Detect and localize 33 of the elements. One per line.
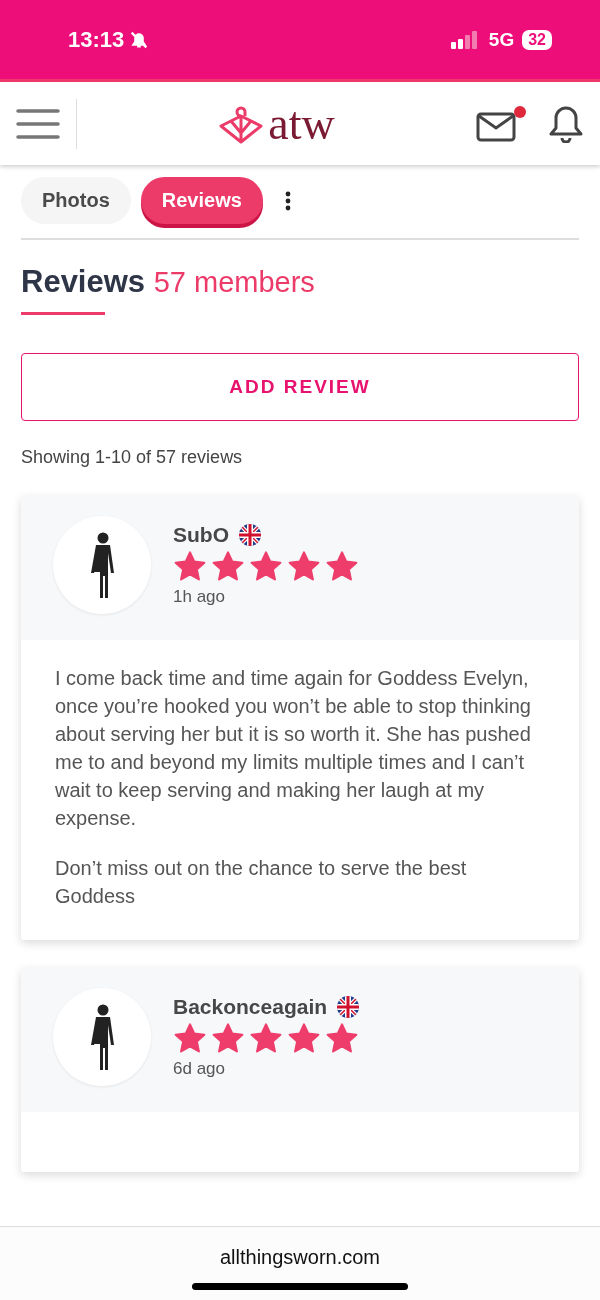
star-icon [211, 1023, 245, 1055]
more-options-button[interactable] [284, 190, 291, 211]
notifications-button[interactable] [548, 104, 584, 143]
signal-icon [450, 30, 479, 49]
url-bar[interactable]: allthingsworn.com [219, 1246, 381, 1269]
status-time: 13:13 [68, 26, 125, 53]
star-icon [173, 551, 207, 583]
messages-button[interactable] [476, 105, 526, 142]
review-text: I come back time and time again for Goddess Evelyn, once you’re hooked you won’t be able to stop thinking about serving her but it is so worth it. She has pushed me to and beyond my limits multiple times and I can’t wait to keep serving and making her laugh at my expense. [55, 666, 532, 831]
tab[interactable]: Photos [21, 177, 131, 224]
star-icon [325, 1023, 359, 1055]
star-icon [249, 1023, 283, 1055]
review-time: 1h ago [173, 587, 226, 607]
uk-flag-icon [337, 996, 360, 1018]
star-icon [249, 551, 283, 583]
review-text: Don’t miss out on the chance to serve the best Goddess [55, 856, 468, 909]
add-review-button[interactable]: ADD REVIEW [21, 353, 579, 421]
reviewer-name: Backonceagain [173, 995, 328, 1019]
network-label: 5G [488, 28, 515, 51]
star-icon [211, 551, 245, 583]
site-logo[interactable]: atw [268, 100, 335, 147]
star-icon [325, 551, 359, 583]
star-icon [287, 551, 321, 583]
uk-flag-icon [239, 524, 261, 546]
star-icon [287, 1023, 321, 1055]
menu-button[interactable] [16, 107, 60, 140]
results-count: Showing 1-10 of 57 reviews [21, 447, 244, 468]
member-count: 57 members [153, 266, 315, 298]
reviewer-name: SubO [173, 523, 229, 547]
battery-level: 32 [522, 29, 552, 50]
star-icon [173, 1023, 207, 1055]
review-time: 6d ago [173, 1059, 226, 1079]
section-title: Reviews 57 members [21, 264, 316, 300]
